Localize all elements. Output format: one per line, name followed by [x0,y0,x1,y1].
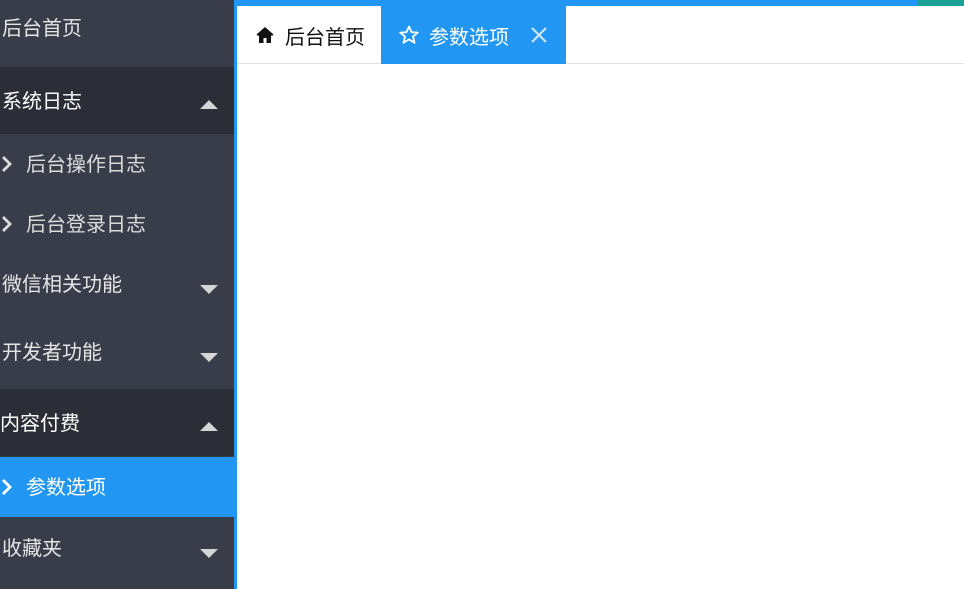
sidebar-item-label: 后台登录日志 [26,212,146,236]
sidebar-item-label: 微信相关功能 [2,271,122,296]
main-content-area [237,65,964,589]
sidebar-subitem-operation-log[interactable]: 后台操作日志 [0,134,234,194]
sidebar-item-label: 系统日志 [2,88,82,113]
star-outline-icon [399,25,419,44]
caret-down-icon [200,548,218,558]
home-icon [256,27,274,43]
tab-bar: 后台首页 参数选项 [237,6,964,64]
chevron-right-icon [2,479,12,495]
sidebar-item-label: 收藏夹 [2,535,62,560]
sidebar-subitem-parameter-options[interactable]: 参数选项 [0,457,237,517]
chevron-right-icon [2,156,12,172]
sidebar-item-label: 后台首页 [2,15,82,40]
tab-parameter-options[interactable]: 参数选项 [381,6,566,64]
close-icon[interactable] [530,26,548,44]
sidebar-item-label: 内容付费 [0,410,80,435]
tab-label: 后台首页 [285,24,365,49]
caret-down-icon [200,284,218,294]
tab-admin-home[interactable]: 后台首页 [237,6,381,64]
sidebar-item-developer-functions[interactable]: 开发者功能 [0,318,234,385]
sidebar-item-label: 参数选项 [26,475,106,499]
sidebar-item-label: 后台操作日志 [26,152,146,176]
sidebar-item-admin-home[interactable]: 后台首页 [0,0,234,61]
caret-up-icon [200,421,218,431]
sidebar-nav: 后台首页 系统日志 后台操作日志 后台登录日志 微信相关功能 开发者功能 内容付… [0,0,237,589]
caret-down-icon [200,352,218,362]
sidebar-item-system-log[interactable]: 系统日志 [0,67,234,134]
sidebar-item-favorites[interactable]: 收藏夹 [0,514,234,581]
chevron-right-icon [2,216,12,232]
caret-up-icon [200,99,218,109]
sidebar-item-paid-content[interactable]: 内容付费 [0,389,234,456]
tab-label: 参数选项 [429,24,509,49]
sidebar-item-label: 开发者功能 [2,339,102,364]
sidebar-subitem-login-log[interactable]: 后台登录日志 [0,194,234,254]
sidebar-item-wechat-functions[interactable]: 微信相关功能 [0,250,234,317]
